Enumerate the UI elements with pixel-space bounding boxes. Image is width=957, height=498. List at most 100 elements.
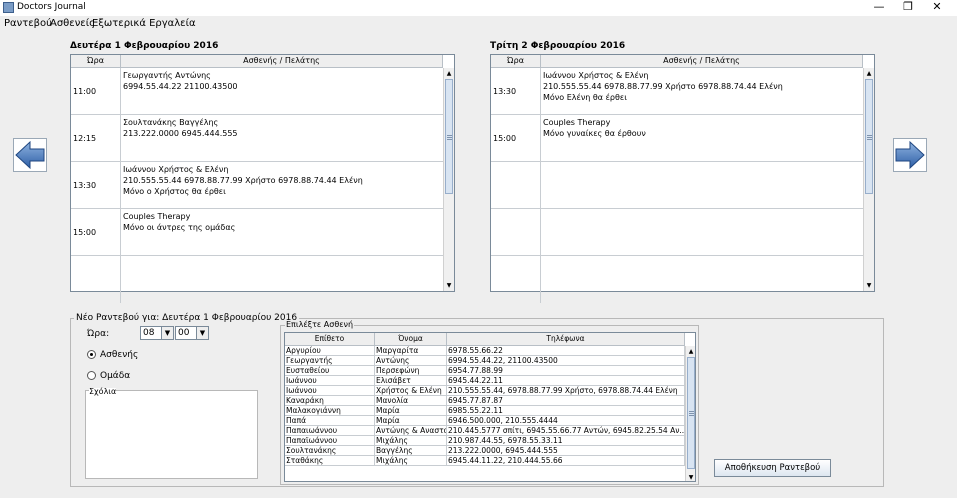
day2-title: Τρίτη 2 Φεβρουαρίου 2016 xyxy=(490,41,626,51)
table-row[interactable] xyxy=(491,162,863,209)
scroll-thumb[interactable] xyxy=(865,79,873,194)
table-row[interactable]: ΠαπαιωάννουΑντώνης & Αναστασία210.445.57… xyxy=(285,426,685,436)
time-cell xyxy=(491,162,541,209)
minute-select[interactable]: 00 xyxy=(175,326,197,340)
scroll-down-icon[interactable]: ▼ xyxy=(864,280,874,291)
phones-cell: 6985.55.22.11 xyxy=(447,406,685,416)
chevron-down-icon[interactable]: ▼ xyxy=(161,326,174,340)
surname-cell: Ιωάννου xyxy=(285,376,375,386)
col-phones-header[interactable]: Τηλέφωνα xyxy=(447,333,685,346)
table-row[interactable]: Καναράκη Μανολία 6945.77.87.87 xyxy=(285,396,685,406)
surname-cell: Παπαιωάννου xyxy=(285,426,375,436)
arrow-right-icon xyxy=(895,140,925,170)
patient-line: Couples Therapy xyxy=(123,212,191,221)
patient-line: Couples Therapy xyxy=(543,118,611,127)
time-cell: 13:30 xyxy=(491,68,541,115)
phones-cell: 6945.44.22.11 xyxy=(447,376,685,386)
day2-scrollbar[interactable]: ▲ ▼ xyxy=(863,68,874,291)
patient-line: Γεωργαντής Αντώνης xyxy=(123,71,211,80)
time-cell: 15:00 xyxy=(491,115,541,162)
scroll-thumb[interactable] xyxy=(445,79,453,194)
notes-textarea[interactable] xyxy=(85,390,258,479)
scroll-down-icon[interactable]: ▼ xyxy=(444,280,454,291)
col-name-header[interactable]: Όνομα xyxy=(375,333,447,346)
col-patient-header[interactable]: Ασθενής / Πελάτης xyxy=(121,55,443,68)
app-icon xyxy=(3,2,14,13)
table-row[interactable]: Ευσταθείου Περσεφώνη 6954.77.88.99 xyxy=(285,366,685,376)
menu-external-tools[interactable]: Εξωτερικά Εργαλεία xyxy=(92,18,196,29)
radio-patient[interactable] xyxy=(87,350,96,359)
patients-scrollbar[interactable]: ▲ ▼ xyxy=(685,346,695,481)
window-title: Doctors Journal xyxy=(17,2,86,12)
phones-cell: 210.555.55.44, 6978.88.77.99 Χρήστο, 697… xyxy=(447,386,685,396)
save-appointment-button[interactable]: Αποθήκευση Ραντεβού xyxy=(714,459,831,477)
table-row[interactable] xyxy=(491,209,863,256)
time-cell xyxy=(71,256,121,303)
radio-group-label[interactable]: Ομάδα xyxy=(100,371,130,381)
patient-line: Μόνο οι άντρες της ομάδας xyxy=(123,223,236,232)
day1-title: Δευτέρα 1 Φεβρουαρίου 2016 xyxy=(70,41,219,51)
minimize-icon[interactable]: — xyxy=(864,0,894,16)
col-patient-header[interactable]: Ασθενής / Πελάτης xyxy=(541,55,863,68)
table-row[interactable]: 15:00 Couples Therapy Μόνο γυναίκες θα έ… xyxy=(491,115,863,162)
next-day-button[interactable] xyxy=(893,138,927,172)
menu-patients[interactable]: Ασθενείς xyxy=(50,18,95,29)
table-row[interactable] xyxy=(71,256,443,303)
phones-cell: 6978.55.66.22 xyxy=(447,346,685,356)
surname-cell: Καναράκη xyxy=(285,396,375,406)
menu-bar: Ραντεβού Ασθενείς Εξωτερικά Εργαλεία xyxy=(0,16,957,32)
time-cell: 12:15 xyxy=(71,115,121,162)
table-row[interactable]: 12:15 Σουλτανάκης Βαγγέλης 213.222.0000 … xyxy=(71,115,443,162)
day1-scrollbar[interactable]: ▲ ▼ xyxy=(443,68,454,291)
surname-cell: Παπά xyxy=(285,416,375,426)
scroll-up-icon[interactable]: ▲ xyxy=(686,346,695,357)
table-row[interactable]: 11:00 Γεωργαντής Αντώνης 6994.55.44.22 2… xyxy=(71,68,443,115)
patient-cell: Ιωάννου Χρήστος & Ελένη 210.555.55.44 69… xyxy=(121,162,443,209)
title-bar: Doctors Journal — ❐ ✕ xyxy=(0,0,957,16)
hour-select[interactable]: 08 xyxy=(140,326,162,340)
patient-line: Ιωάννου Χρήστος & Ελένη xyxy=(123,165,229,174)
col-time-header[interactable]: Ώρα xyxy=(491,55,541,68)
col-surname-header[interactable]: Επίθετο xyxy=(285,333,375,346)
table-row[interactable]: 15:00 Couples Therapy Μόνο οι άντρες της… xyxy=(71,209,443,256)
table-row[interactable]: Σουλτανάκης Βαγγέλης 213.222.0000, 6945.44… xyxy=(285,446,685,456)
menu-appointments[interactable]: Ραντεβού xyxy=(4,18,52,29)
table-row[interactable]: Αργυρίου Μαργαρίτα 6978.55.66.22 xyxy=(285,346,685,356)
table-row[interactable]: Παπά Μαρία 6946.500.000, 210.555.4444 xyxy=(285,416,685,426)
surname-cell: Σουλτανάκης xyxy=(285,446,375,456)
arrow-left-icon xyxy=(15,140,45,170)
table-row[interactable]: Γεωργαντής Αντώνης 6994.55.44.22, 21100.43… xyxy=(285,356,685,366)
radio-group[interactable] xyxy=(87,371,96,380)
table-row[interactable]: Σταθάκης Μιχάλης 6945.44.11.22, 210.444.55… xyxy=(285,456,685,466)
patient-line: 6994.55.44.22 21100.43500 xyxy=(123,82,238,91)
scroll-down-icon[interactable]: ▼ xyxy=(686,472,695,481)
table-row[interactable]: 13:30 Ιωάννου Χρήστος & Ελένη 210.555.55… xyxy=(71,162,443,209)
table-row[interactable]: Ιωάννου Ελισάβετ 6945.44.22.11 xyxy=(285,376,685,386)
previous-day-button[interactable] xyxy=(13,138,47,172)
name-cell: Μαρία xyxy=(375,416,447,426)
scroll-thumb[interactable] xyxy=(687,357,695,469)
radio-patient-label[interactable]: Ασθενής xyxy=(100,350,138,360)
close-icon[interactable]: ✕ xyxy=(922,0,952,16)
chevron-down-icon[interactable]: ▼ xyxy=(196,326,209,340)
table-row[interactable]: Παπαϊωάννου Μιχάλης 210.987.44.55, 6978.55… xyxy=(285,436,685,446)
patient-line: 210.555.55.44 6978.88.77.99 Χρήστο 6978.… xyxy=(123,176,363,185)
table-header: Ώρα Ασθενής / Πελάτης xyxy=(491,55,863,68)
scroll-up-icon[interactable]: ▲ xyxy=(864,68,874,79)
name-cell: Μαργαρίτα xyxy=(375,346,447,356)
table-row[interactable]: 13:30 Ιωάννου Χρήστος & Ελένη 210.555.55… xyxy=(491,68,863,115)
table-row[interactable]: Μαλακογιάννη Μαρία 6985.55.22.11 xyxy=(285,406,685,416)
scroll-up-icon[interactable]: ▲ xyxy=(444,68,454,79)
table-row[interactable]: Ιωάννου Χρήστος & Ελένη 210.555.55.44, 697… xyxy=(285,386,685,396)
col-time-header[interactable]: Ώρα xyxy=(71,55,121,68)
maximize-icon[interactable]: ❐ xyxy=(893,0,923,16)
patient-cell: Ιωάννου Χρήστος & Ελένη 210.555.55.44 69… xyxy=(541,68,863,115)
day1-appointments-table: Ώρα Ασθενής / Πελάτης 11:00 Γεωργαντής Α… xyxy=(70,54,455,303)
surname-cell: Ευσταθείου xyxy=(285,366,375,376)
phones-cell: 6946.500.000, 210.555.4444 xyxy=(447,416,685,426)
phones-cell: 210.445.5777 σπίτι, 6945.55.66.77 Αντών,… xyxy=(448,426,685,436)
table-row[interactable] xyxy=(491,256,863,303)
notes-label: Σχόλια xyxy=(89,387,117,396)
day2-appointments-table: Ώρα Ασθενής / Πελάτης 13:30 Ιωάννου Χρήσ… xyxy=(490,54,875,303)
name-cell: Μιχάλης xyxy=(375,456,447,466)
